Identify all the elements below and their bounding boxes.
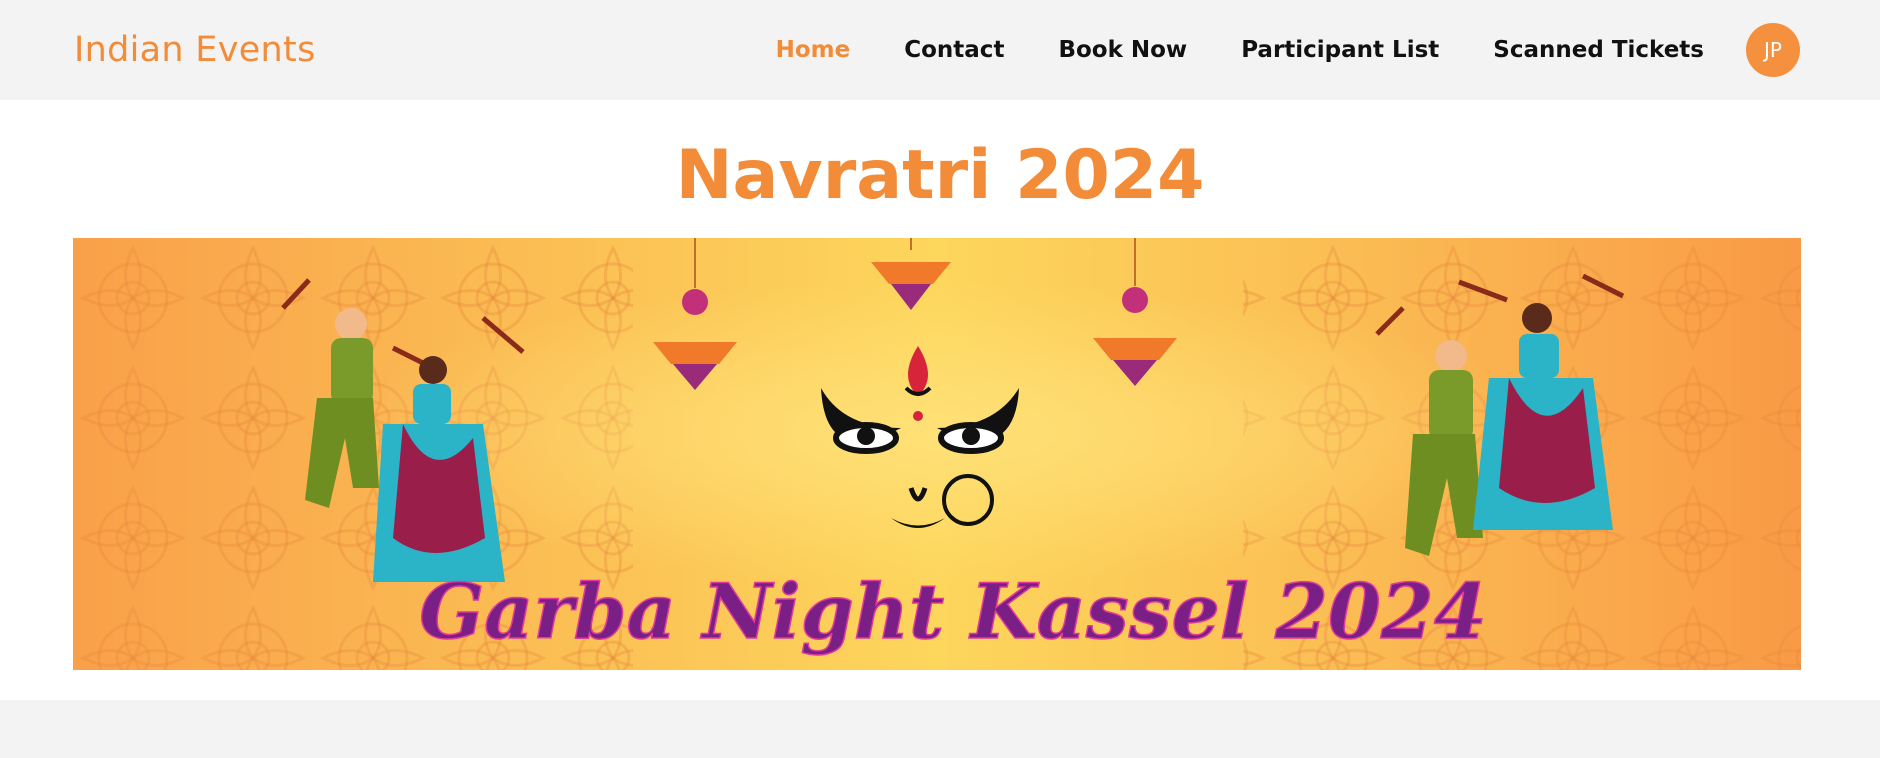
main-nav: Home Contact Book Now Participant List S… [776,20,1800,80]
nav-contact[interactable]: Contact [904,37,1004,63]
banner-illustration: Garba Night Kassel 2024 [73,238,1801,670]
brand-logo-link[interactable]: Indian Events [74,30,316,70]
page-title: Navratri 2024 [675,136,1205,215]
nav-book-now[interactable]: Book Now [1058,37,1187,63]
navbar: Indian Events Home Contact Book Now Part… [0,0,1880,100]
event-banner-image: Garba Night Kassel 2024 [73,238,1801,670]
nav-participant-list[interactable]: Participant List [1241,37,1439,63]
user-avatar[interactable]: JP [1746,23,1800,77]
nav-scanned-tickets[interactable]: Scanned Tickets [1493,37,1704,63]
main-content: Navratri 2024 Garba Night Kassel 2024 [0,100,1880,700]
banner-headline: Garba Night Kassel 2024 [419,567,1486,656]
nav-home[interactable]: Home [776,37,851,63]
